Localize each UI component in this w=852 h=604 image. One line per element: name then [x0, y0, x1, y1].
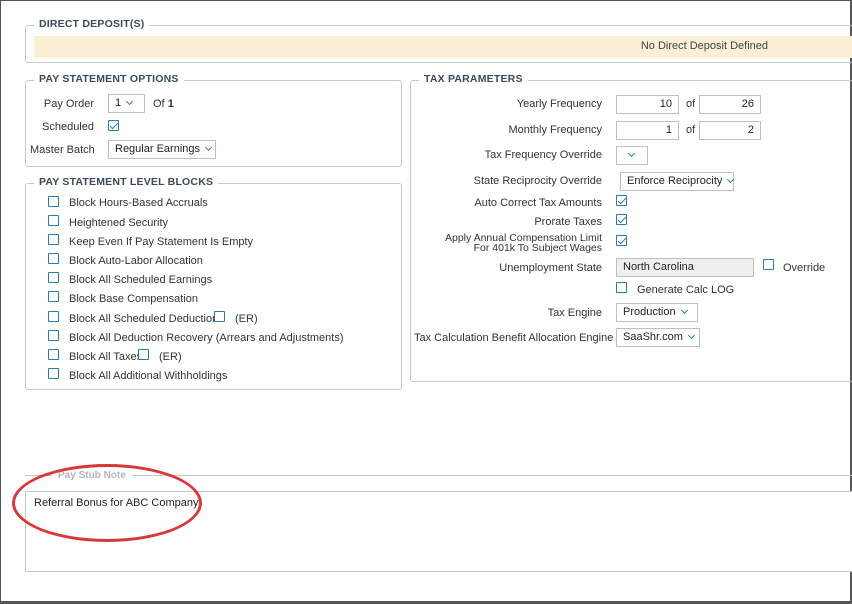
chevron-down-icon	[680, 306, 688, 315]
pay-order-of-text: Of	[153, 98, 165, 110]
er-label: (ER)	[235, 313, 258, 325]
block-item-label: Block Hours-Based Accruals	[69, 197, 208, 209]
block-item-label: Block All Scheduled Earnings	[69, 274, 213, 286]
state-reciprocity-override-label: State Reciprocity Override	[473, 175, 602, 187]
block-scheduled-earnings-checkbox[interactable]	[48, 272, 59, 283]
scheduled-checkbox[interactable]	[108, 120, 119, 131]
pay-order-value: 1	[115, 97, 122, 109]
block-item-label: Keep Even If Pay Statement Is Empty	[69, 236, 254, 248]
monthly-frequency-label: Monthly Frequency	[508, 124, 602, 136]
yearly-total-input[interactable]: 26	[699, 95, 761, 114]
block-scheduled-deductions-checkbox[interactable]	[48, 311, 59, 322]
pay-order-label: Pay Order	[43, 98, 94, 110]
state-reciprocity-override-select[interactable]: Enforce Reciprocity	[620, 172, 735, 191]
block-item-label: Block All Additional Withholdings	[69, 370, 228, 382]
block-additional-withholdings-checkbox[interactable]	[48, 368, 59, 379]
annual-limit-checkbox[interactable]	[616, 235, 627, 246]
pay-order-of-total: 1	[167, 98, 174, 110]
highlight-oval	[12, 464, 202, 542]
block-hours-accruals-checkbox[interactable]	[48, 196, 59, 207]
block-item-label: Block All Taxes	[69, 351, 143, 363]
annual-limit-label: Apply Annual Compensation Limit For 401k…	[420, 233, 602, 254]
state-reciprocity-override-value: Enforce Reciprocity	[627, 175, 723, 187]
override-checkbox[interactable]	[763, 259, 774, 270]
er-label: (ER)	[159, 351, 182, 363]
auto-correct-checkbox[interactable]	[616, 195, 627, 206]
tax-frequency-override-label: Tax Frequency Override	[484, 149, 602, 161]
block-auto-labor-checkbox[interactable]	[48, 253, 59, 264]
direct-deposits-legend: DIRECT DEPOSIT(S)	[34, 18, 150, 30]
block-deduction-recovery-checkbox[interactable]	[48, 330, 59, 341]
master-batch-select[interactable]: Regular Earnings	[108, 140, 216, 159]
yearly-frequency-input[interactable]: 10	[616, 95, 679, 114]
scheduled-deductions-er-checkbox[interactable]	[214, 311, 225, 322]
yearly-frequency-label: Yearly Frequency	[516, 98, 602, 110]
benefit-allocation-engine-label: Tax Calculation Benefit Allocation Engin…	[414, 332, 614, 344]
pay-order-select[interactable]: 1	[108, 94, 145, 113]
chevron-down-icon	[204, 143, 213, 152]
unemployment-state-input[interactable]: North Carolina	[616, 258, 754, 277]
unemployment-state-label: Unemployment State	[499, 262, 602, 274]
scheduled-label: Scheduled	[42, 121, 94, 133]
generate-calc-log-checkbox[interactable]	[616, 282, 627, 293]
monthly-frequency-input[interactable]: 1	[616, 121, 679, 140]
no-direct-deposit-message: No Direct Deposit Defined	[640, 40, 768, 52]
chevron-down-icon	[727, 175, 735, 184]
generate-calc-log-label: Generate Calc LOG	[637, 284, 735, 296]
tax-engine-label: Tax Engine	[547, 307, 602, 319]
master-batch-label: Master Batch	[30, 144, 95, 156]
benefit-allocation-engine-value: SaaShr.com	[623, 331, 683, 343]
chevron-down-icon	[627, 149, 636, 158]
master-batch-value: Regular Earnings	[115, 143, 200, 155]
auto-correct-label: Auto Correct Tax Amounts	[474, 197, 602, 209]
block-base-compensation-checkbox[interactable]	[48, 291, 59, 302]
override-label: Override	[783, 262, 826, 274]
yearly-of-label: of	[686, 98, 696, 110]
heightened-security-checkbox[interactable]	[48, 215, 59, 226]
level-blocks-legend: PAY STATEMENT LEVEL BLOCKS	[34, 176, 219, 188]
pay-order-of: Of 1	[153, 98, 174, 110]
pay-statement-options-legend: PAY STATEMENT OPTIONS	[34, 73, 184, 85]
tax-frequency-override-select[interactable]	[616, 146, 648, 165]
no-direct-deposit-banner: No Direct Deposit Defined	[34, 36, 852, 58]
chevron-down-icon	[687, 331, 695, 340]
block-item-label: Block All Deduction Recovery (Arrears an…	[69, 332, 344, 344]
keep-even-if-empty-checkbox[interactable]	[48, 234, 59, 245]
tax-engine-select[interactable]: Production	[616, 303, 698, 322]
block-item-label: Block Base Compensation	[69, 293, 199, 305]
all-taxes-er-checkbox[interactable]	[138, 349, 149, 360]
tax-engine-value: Production	[623, 306, 676, 318]
block-item-label: Heightened Security	[69, 217, 169, 229]
monthly-of-label: of	[686, 124, 696, 136]
annual-limit-label-line2: For 401k To Subject Wages	[473, 242, 602, 254]
benefit-allocation-engine-select[interactable]: SaaShr.com	[616, 328, 700, 347]
block-item-label: Block Auto-Labor Allocation	[69, 255, 203, 267]
chevron-down-icon	[126, 97, 134, 106]
block-all-taxes-checkbox[interactable]	[48, 349, 59, 360]
prorate-taxes-checkbox[interactable]	[616, 214, 627, 225]
block-item-label: Block All Scheduled Deductions	[69, 313, 224, 325]
prorate-taxes-label: Prorate Taxes	[534, 216, 602, 228]
monthly-total-input[interactable]: 2	[699, 121, 761, 140]
tax-parameters-legend: TAX PARAMETERS	[419, 73, 528, 85]
